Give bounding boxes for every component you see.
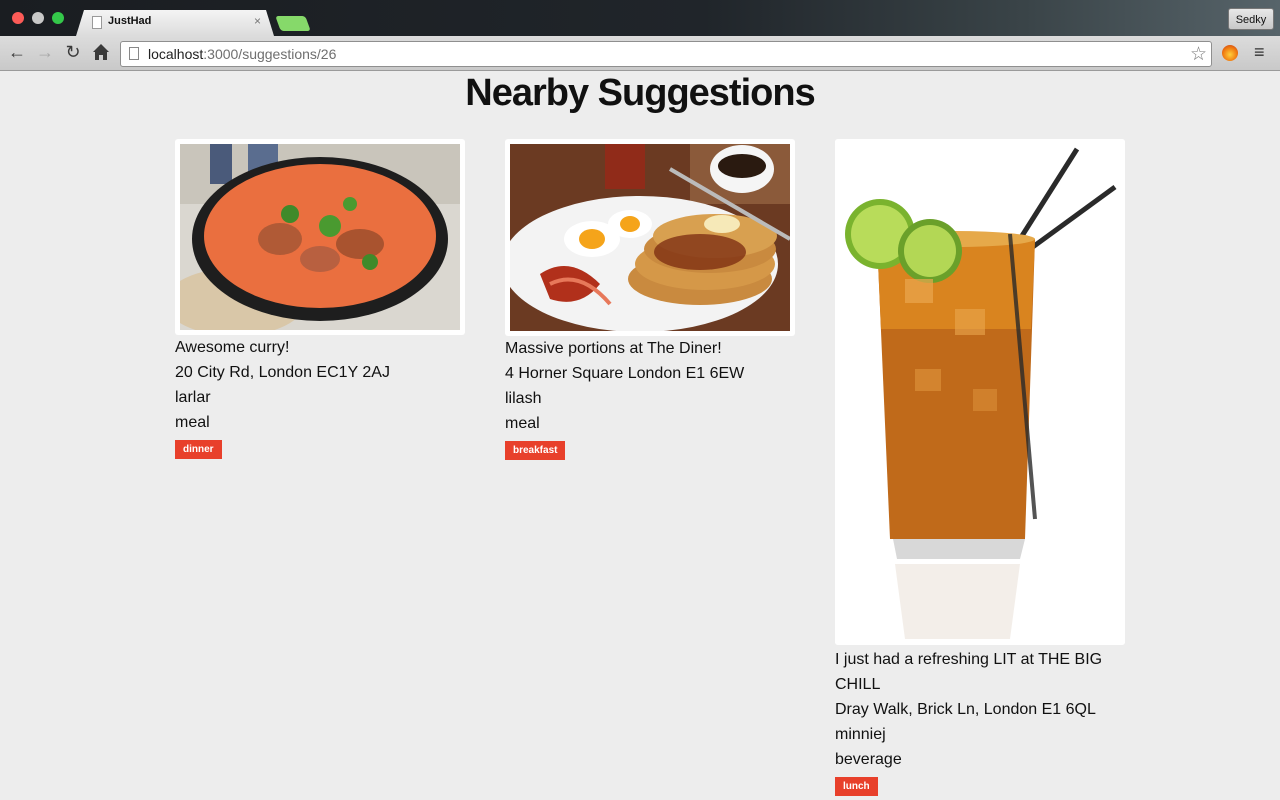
tag-badge[interactable]: dinner [175, 440, 222, 459]
tag-badge[interactable]: breakfast [505, 441, 566, 460]
suggestion-card: Awesome curry! 20 City Rd, London EC1Y 2… [175, 139, 465, 459]
iced-tea-photo[interactable] [835, 139, 1125, 645]
suggestion-user: larlar [175, 389, 211, 406]
suggestion-card: Massive portions at The Diner! 4 Horner … [505, 139, 795, 460]
curry-photo[interactable] [175, 139, 465, 335]
suggestion-user: lilash [505, 390, 542, 407]
pancakes-photo[interactable] [505, 139, 795, 336]
url-text[interactable]: localhost:3000/suggestions/26 [148, 46, 336, 62]
suggestion-card: I just had a refreshing LIT at THE BIG C… [835, 139, 1125, 796]
forward-arrow-icon[interactable]: → [34, 41, 56, 63]
suggestion-address: 4 Horner Square London E1 6EW [505, 365, 745, 382]
back-arrow-icon[interactable]: ← [6, 41, 28, 63]
close-window-button[interactable] [12, 12, 24, 24]
suggestion-address: Dray Walk, Brick Ln, London E1 6QL [835, 701, 1096, 718]
page-title: Nearby Suggestions [465, 72, 815, 114]
profile-button[interactable]: Sedky [1228, 8, 1274, 30]
suggestion-category: meal [175, 414, 210, 431]
browser-tab[interactable]: JustHad × [76, 10, 274, 36]
extension-icon[interactable] [1222, 45, 1238, 61]
suggestion-category: beverage [835, 751, 902, 768]
browser-toolbar: ← → ↻ localhost:3000/suggestions/26 ☆ ≡ [0, 36, 1280, 71]
address-bar[interactable]: localhost:3000/suggestions/26 ☆ [120, 41, 1212, 67]
suggestion-address: 20 City Rd, London EC1Y 2AJ [175, 364, 390, 381]
url-host: localhost [148, 46, 204, 62]
suggestion-category: meal [505, 415, 540, 432]
suggestion-text: I just had a refreshing LIT at THE BIG C… [835, 651, 1103, 693]
suggestion-text: Massive portions at The Diner! [505, 340, 722, 357]
tab-title: JustHad [108, 15, 152, 27]
url-path: :3000/suggestions/26 [203, 46, 337, 62]
tab-close-icon[interactable]: × [254, 14, 261, 28]
page-icon [92, 16, 102, 29]
minimize-window-button[interactable] [32, 12, 44, 24]
reload-icon[interactable]: ↻ [62, 41, 84, 63]
menu-icon[interactable]: ≡ [1254, 42, 1265, 63]
browser-titlebar: JustHad × Sedky [0, 0, 1280, 36]
page-icon [129, 47, 139, 60]
tag-badge[interactable]: lunch [835, 777, 878, 796]
bookmark-star-icon[interactable]: ☆ [1190, 43, 1207, 66]
home-icon[interactable] [90, 41, 112, 63]
suggestion-text: Awesome curry! [175, 339, 290, 356]
suggestion-user: minniej [835, 726, 886, 743]
maximize-window-button[interactable] [52, 12, 64, 24]
new-tab-button[interactable] [275, 16, 311, 31]
